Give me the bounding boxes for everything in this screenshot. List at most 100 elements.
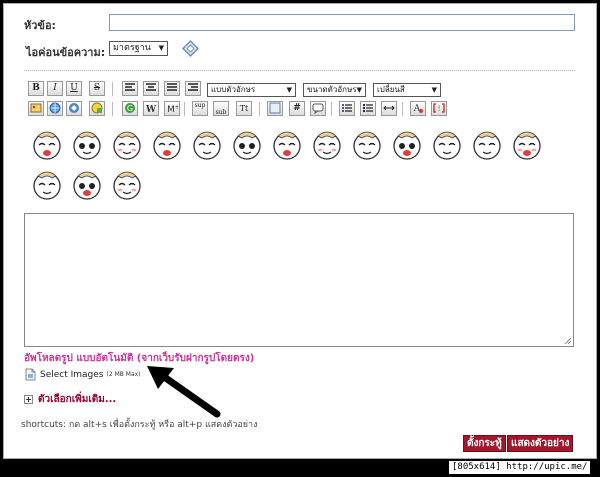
- svg-text:A: A: [413, 104, 421, 114]
- font-family-value: แบบตัวอักษร: [211, 85, 256, 94]
- divider: [24, 70, 575, 71]
- message-icon-preview-icon: [182, 40, 199, 57]
- arrow-annotation: [147, 366, 221, 418]
- remove-format-icon: A: [413, 104, 423, 114]
- superscript-button[interactable]: sup: [192, 101, 208, 116]
- font-size-select[interactable]: ขนาดตัวอักษร ▼: [303, 83, 366, 97]
- wiki-button[interactable]: W: [143, 101, 159, 116]
- shortcuts-hint: shortcuts: กด alt+s เพื่อตั้งกระทู้ หรือ…: [21, 420, 258, 430]
- smiley-icon[interactable]: [70, 126, 104, 162]
- font-size-value: ขนาดตัวอักษร: [307, 85, 357, 94]
- insert-smiley-button[interactable]: [89, 101, 105, 116]
- italic-button[interactable]: I: [47, 81, 63, 96]
- post-thread-button[interactable]: ตั้งกระทู้: [463, 435, 506, 452]
- smiley-icon: [91, 102, 103, 114]
- subject-label: หัวข้อ:: [24, 19, 56, 32]
- teletype-button[interactable]: Tt: [236, 101, 252, 116]
- chevron-down-icon: ▼: [286, 86, 292, 94]
- toolbar-separator: [112, 82, 113, 96]
- select-images-button[interactable]: Select Images (2 MB Max): [24, 368, 141, 381]
- chevron-down-icon: ▼: [158, 44, 164, 52]
- toolbar-separator: [402, 102, 403, 116]
- image-icon: [30, 103, 42, 113]
- subscript-button[interactable]: sub: [213, 101, 229, 116]
- smiley-icon[interactable]: [190, 126, 224, 162]
- file-icon: [25, 368, 36, 381]
- message-icon-select[interactable]: มาตรฐาน ▼: [109, 41, 168, 56]
- align-center-button[interactable]: [143, 81, 159, 96]
- smiley-icon[interactable]: [350, 126, 384, 162]
- chevron-down-icon: ▼: [356, 86, 362, 94]
- more-options-label: ตัวเลือกเพิ่มเติม...: [38, 394, 117, 405]
- align-left-button[interactable]: [122, 81, 138, 96]
- watermark: [805x614] http://upic.me/: [449, 461, 591, 474]
- svg-text:!: !: [438, 105, 441, 113]
- align-justify-icon: [167, 83, 177, 91]
- align-justify-button[interactable]: [164, 81, 180, 96]
- media-button[interactable]: M+: [164, 101, 180, 116]
- smiley-icon[interactable]: [510, 126, 544, 162]
- smiley-icon[interactable]: [70, 166, 104, 202]
- align-center-icon: [146, 83, 156, 91]
- underline-button[interactable]: U: [66, 81, 82, 96]
- message-icon-select-value: มาตรฐาน: [113, 43, 151, 53]
- font-color-select[interactable]: เปลี่ยนสี ▼: [373, 83, 441, 97]
- smiley-icon[interactable]: [110, 166, 144, 202]
- subject-input[interactable]: [109, 14, 575, 31]
- post-form-panel: หัวข้อ: ไอค่อนข้อความ: มาตรฐาน ▼ B I U S …: [3, 3, 597, 459]
- quote-button[interactable]: [310, 101, 326, 116]
- email-link-icon: [69, 103, 79, 113]
- bold-button[interactable]: B: [28, 81, 44, 96]
- toolbar-separator: [112, 102, 113, 116]
- table-icon: [269, 102, 281, 114]
- smiley-icon[interactable]: [150, 126, 184, 162]
- bullet-list-button[interactable]: [339, 101, 355, 116]
- align-right-icon: [188, 83, 198, 91]
- quote-icon: [312, 103, 324, 115]
- message-editor[interactable]: [24, 213, 574, 347]
- expand-icon: [24, 395, 33, 404]
- remove-format-button[interactable]: A: [410, 101, 426, 116]
- link-button[interactable]: [47, 101, 63, 116]
- horizontal-rule-button[interactable]: [381, 101, 397, 116]
- hash-button[interactable]: #: [289, 101, 305, 116]
- toolbar-separator: [184, 102, 185, 116]
- resize-grip-icon[interactable]: [564, 337, 571, 344]
- table-button[interactable]: [267, 101, 283, 116]
- toolbar-separator: [331, 102, 332, 116]
- media-icon: M+: [167, 104, 179, 115]
- wiki-icon: W: [145, 105, 157, 115]
- svg-text:+: +: [174, 104, 178, 111]
- smiley-icon[interactable]: [270, 126, 304, 162]
- max-size-label: (2 MB Max): [106, 371, 141, 378]
- smiley-icon[interactable]: [390, 126, 424, 162]
- message-icon-label: ไอค่อนข้อความ:: [26, 46, 106, 59]
- font-color-value: เปลี่ยนสี: [377, 85, 405, 94]
- email-button[interactable]: [66, 101, 82, 116]
- smiley-icon[interactable]: [470, 126, 504, 162]
- toolbar-separator: [259, 102, 260, 116]
- code-icon: !: [433, 103, 445, 113]
- smiley-icon[interactable]: [310, 126, 344, 162]
- smiley-icon[interactable]: [30, 126, 64, 162]
- smiley-icon[interactable]: [230, 126, 264, 162]
- svg-text:G: G: [127, 104, 133, 113]
- smiley-icon[interactable]: [30, 166, 64, 202]
- code-button[interactable]: !: [431, 101, 447, 116]
- align-left-icon: [125, 83, 135, 91]
- bullet-list-icon: [342, 104, 352, 112]
- globe-icon: [49, 102, 61, 114]
- smiley-icon[interactable]: [110, 126, 144, 162]
- strikethrough-button[interactable]: S: [89, 81, 105, 96]
- more-options-toggle[interactable]: ตัวเลือกเพิ่มเติม...: [24, 392, 116, 407]
- font-family-select[interactable]: แบบตัวอักษร ▼: [207, 83, 296, 97]
- align-right-button[interactable]: [185, 81, 201, 96]
- preview-button[interactable]: แสดงตัวอย่าง: [507, 435, 574, 452]
- numbered-list-icon: [363, 104, 373, 112]
- google-icon: G: [125, 103, 135, 113]
- google-button[interactable]: G: [122, 101, 138, 116]
- numbered-list-button[interactable]: [360, 101, 376, 116]
- image-button[interactable]: [28, 101, 44, 116]
- horizontal-rule-icon: [383, 105, 395, 111]
- smiley-icon[interactable]: [430, 126, 464, 162]
